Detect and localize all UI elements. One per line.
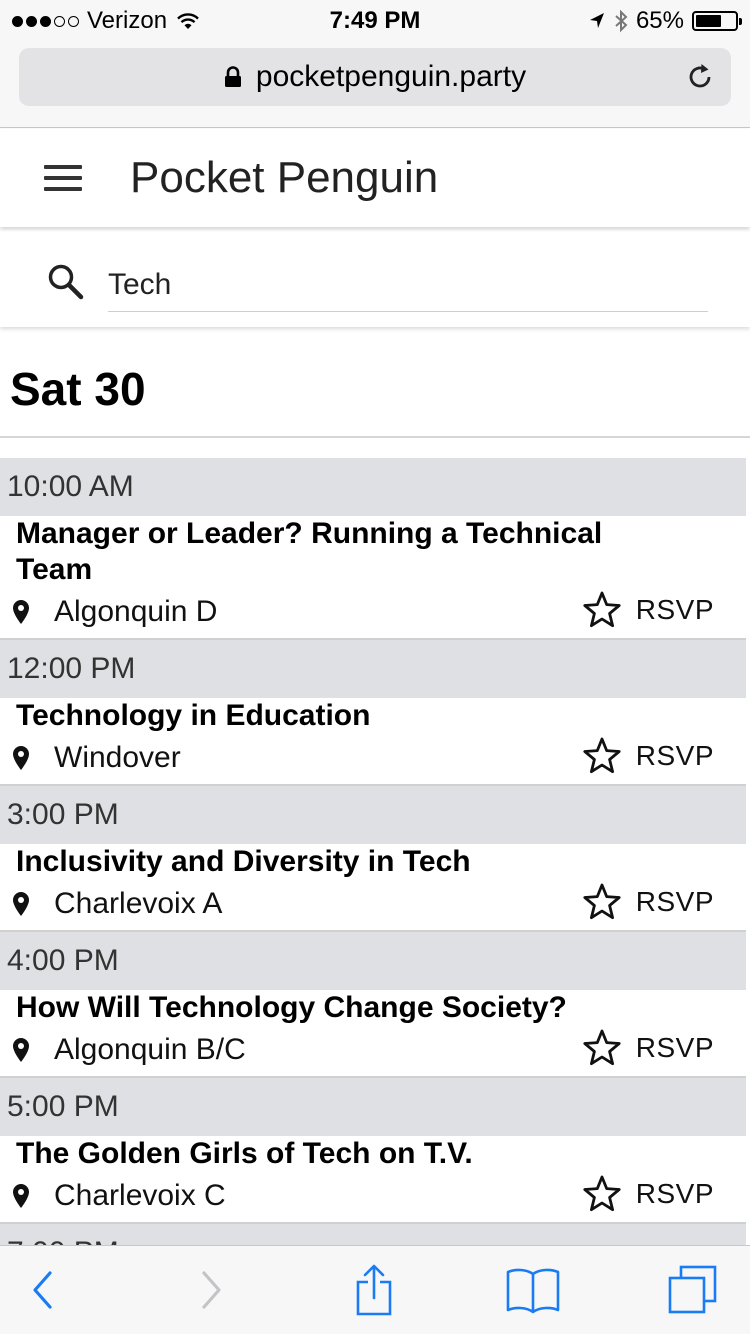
event-location: Charlevoix C <box>54 1179 226 1212</box>
event-item[interactable]: Manager or Leader? Running a Technical T… <box>0 516 746 640</box>
carrier-name: Verizon <box>87 7 168 34</box>
rsvp-button[interactable]: RSVP <box>636 1178 714 1210</box>
battery-percent: 65% <box>635 7 684 34</box>
event-title[interactable]: The Golden Girls of Tech on T.V. <box>0 1136 746 1172</box>
pin-icon <box>13 746 29 770</box>
app-title: Pocket Penguin <box>130 153 439 202</box>
star-icon[interactable] <box>582 590 622 630</box>
time-header: 5:00 PM <box>0 1078 746 1136</box>
event-title[interactable]: Manager or Leader? Running a Technical T… <box>0 516 746 588</box>
battery-fill <box>696 15 721 27</box>
url-text: pocketpenguin.party <box>255 60 527 93</box>
back-icon <box>33 1271 52 1309</box>
rsvp-button[interactable]: RSVP <box>636 886 714 918</box>
back-button[interactable] <box>16 1264 70 1316</box>
app-header: Pocket Penguin <box>0 129 750 227</box>
time-block: 5:00 PM The Golden Girls of Tech on T.V.… <box>0 1078 746 1224</box>
pin-icon <box>13 1184 29 1208</box>
pin-icon <box>13 1038 29 1062</box>
event-location-row: Charlevoix A <box>0 884 746 924</box>
star-icon[interactable] <box>582 1028 622 1068</box>
search-panel <box>0 230 750 327</box>
event-location: Windover <box>54 741 181 774</box>
tabs-button[interactable] <box>666 1264 720 1316</box>
event-location-row: Algonquin B/C <box>0 1030 746 1070</box>
bookmarks-button[interactable] <box>506 1264 560 1316</box>
share-icon <box>356 1264 392 1316</box>
reload-icon[interactable] <box>685 62 715 92</box>
pin-icon <box>13 892 29 916</box>
rsvp-button[interactable]: RSVP <box>636 594 714 626</box>
status-bar: Verizon 7:49 PM 65% <box>0 0 750 40</box>
pin-icon <box>13 600 29 624</box>
time-block: 7:00 PM <box>0 1224 746 1246</box>
time-header: 10:00 AM <box>0 458 746 516</box>
share-button[interactable] <box>347 1264 401 1316</box>
time-block: 10:00 AM Manager or Leader? Running a Te… <box>0 458 746 640</box>
bluetooth-icon <box>615 9 628 33</box>
forward-icon <box>202 1271 221 1309</box>
event-location: Algonquin D <box>54 595 218 628</box>
schedule-list[interactable]: 10:00 AM Manager or Leader? Running a Te… <box>0 458 750 1246</box>
event-item[interactable]: How Will Technology Change Society? Algo… <box>0 990 746 1078</box>
event-item[interactable]: The Golden Girls of Tech on T.V. Charlev… <box>0 1136 746 1224</box>
star-icon[interactable] <box>582 1174 622 1214</box>
time-header: 7:00 PM <box>0 1224 746 1246</box>
signal-icon <box>12 15 79 27</box>
event-location-row: Windover <box>0 738 746 778</box>
browser-toolbar <box>0 1245 750 1334</box>
event-title[interactable]: How Will Technology Change Society? <box>0 990 746 1026</box>
time-header: 4:00 PM <box>0 932 746 990</box>
event-location: Algonquin B/C <box>54 1033 246 1066</box>
time-header: 12:00 PM <box>0 640 746 698</box>
search-input[interactable] <box>108 258 708 312</box>
status-left: Verizon <box>12 7 201 35</box>
event-title[interactable]: Technology in Education <box>0 698 746 734</box>
star-icon[interactable] <box>582 882 622 922</box>
tabs-icon <box>668 1265 717 1314</box>
event-item[interactable]: Technology in Education Windover RSVP <box>0 698 746 786</box>
time-block: 12:00 PM Technology in Education Windove… <box>0 640 746 786</box>
time-block: 3:00 PM Inclusivity and Diversity in Tec… <box>0 786 746 932</box>
forward-button[interactable] <box>184 1264 238 1316</box>
browser-url-area: pocketpenguin.party <box>0 40 750 128</box>
location-arrow-icon <box>589 13 604 28</box>
rsvp-button[interactable]: RSVP <box>636 1032 714 1064</box>
wifi-icon <box>177 13 199 29</box>
event-item[interactable]: Inclusivity and Diversity in Tech Charle… <box>0 844 746 932</box>
time-block: 4:00 PM How Will Technology Change Socie… <box>0 932 746 1078</box>
menu-icon[interactable] <box>44 165 82 193</box>
event-location: Charlevoix A <box>54 887 223 920</box>
search-icon <box>48 264 84 300</box>
address-bar[interactable]: pocketpenguin.party <box>19 48 731 106</box>
event-location-row: Charlevoix C <box>0 1176 746 1216</box>
event-title[interactable]: Inclusivity and Diversity in Tech <box>0 844 746 880</box>
lock-icon <box>224 66 241 87</box>
event-location-row: Algonquin D <box>0 592 746 632</box>
day-divider <box>0 436 750 438</box>
rsvp-button[interactable]: RSVP <box>636 740 714 772</box>
bookmarks-icon <box>506 1268 560 1314</box>
day-heading: Sat 30 <box>10 363 146 415</box>
battery-icon <box>692 11 742 31</box>
time-header: 3:00 PM <box>0 786 746 844</box>
star-icon[interactable] <box>582 736 622 776</box>
status-right: 65% <box>588 7 742 35</box>
